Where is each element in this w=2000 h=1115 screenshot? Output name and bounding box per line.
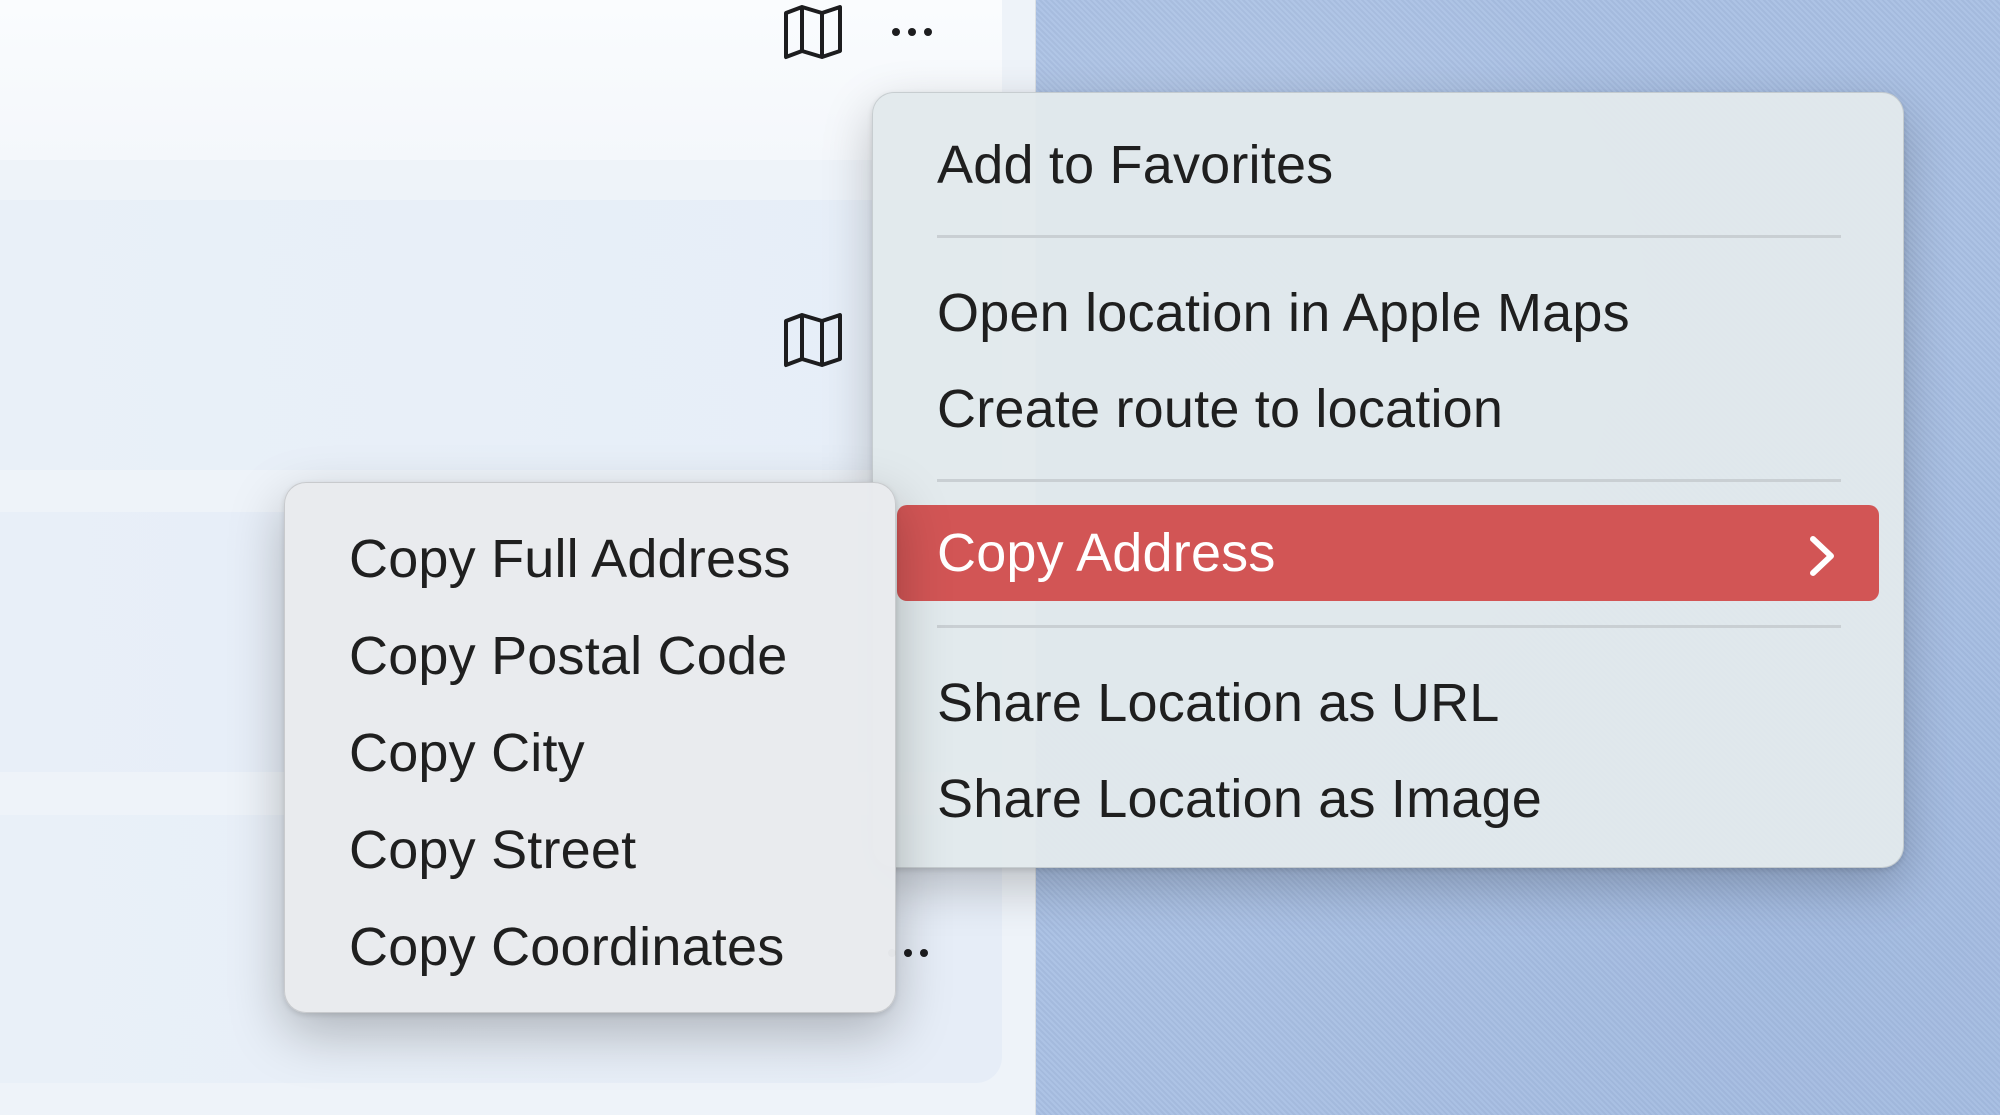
menu-item-label: Copy Address [937, 523, 1276, 583]
context-menu: Add to Favorites Open location in Apple … [872, 92, 1904, 868]
menu-item-share-image[interactable]: Share Location as Image [937, 759, 1839, 839]
menu-item-label: Open location in Apple Maps [937, 283, 1630, 343]
submenu-item-copy-street[interactable]: Copy Street [349, 808, 865, 892]
desktop: Add to Favorites Open location in Apple … [0, 0, 2000, 1115]
menu-item-open-in-apple-maps[interactable]: Open location in Apple Maps [937, 273, 1839, 353]
submenu-item-copy-full-address[interactable]: Copy Full Address [349, 517, 865, 601]
submenu-item-label: Copy Postal Code [349, 626, 788, 686]
menu-item-add-to-favorites[interactable]: Add to Favorites [937, 125, 1839, 205]
location-row[interactable] [0, 0, 1002, 160]
menu-separator [937, 479, 1841, 482]
copy-address-submenu: Copy Full Address Copy Postal Code Copy … [284, 482, 896, 1013]
submenu-item-label: Copy City [349, 723, 585, 783]
more-icon[interactable] [892, 28, 932, 36]
map-icon[interactable] [780, 2, 846, 62]
submenu-item-label: Copy Coordinates [349, 917, 785, 977]
submenu-item-copy-city[interactable]: Copy City [349, 711, 865, 795]
menu-item-create-route[interactable]: Create route to location [937, 369, 1839, 449]
submenu-item-copy-coordinates[interactable]: Copy Coordinates [349, 905, 865, 989]
menu-separator [937, 235, 1841, 238]
menu-item-label: Create route to location [937, 379, 1504, 439]
menu-item-share-url[interactable]: Share Location as URL [937, 663, 1839, 743]
map-icon[interactable] [780, 310, 846, 370]
chevron-right-icon [1805, 530, 1839, 576]
menu-item-label: Add to Favorites [937, 135, 1334, 195]
menu-item-label: Share Location as URL [937, 673, 1500, 733]
submenu-item-label: Copy Full Address [349, 529, 791, 589]
location-row[interactable] [0, 200, 1002, 470]
menu-item-label: Share Location as Image [937, 769, 1542, 829]
menu-item-copy-address[interactable]: Copy Address [897, 505, 1879, 601]
submenu-item-copy-postal-code[interactable]: Copy Postal Code [349, 614, 865, 698]
submenu-item-label: Copy Street [349, 820, 637, 880]
menu-separator [937, 625, 1841, 628]
